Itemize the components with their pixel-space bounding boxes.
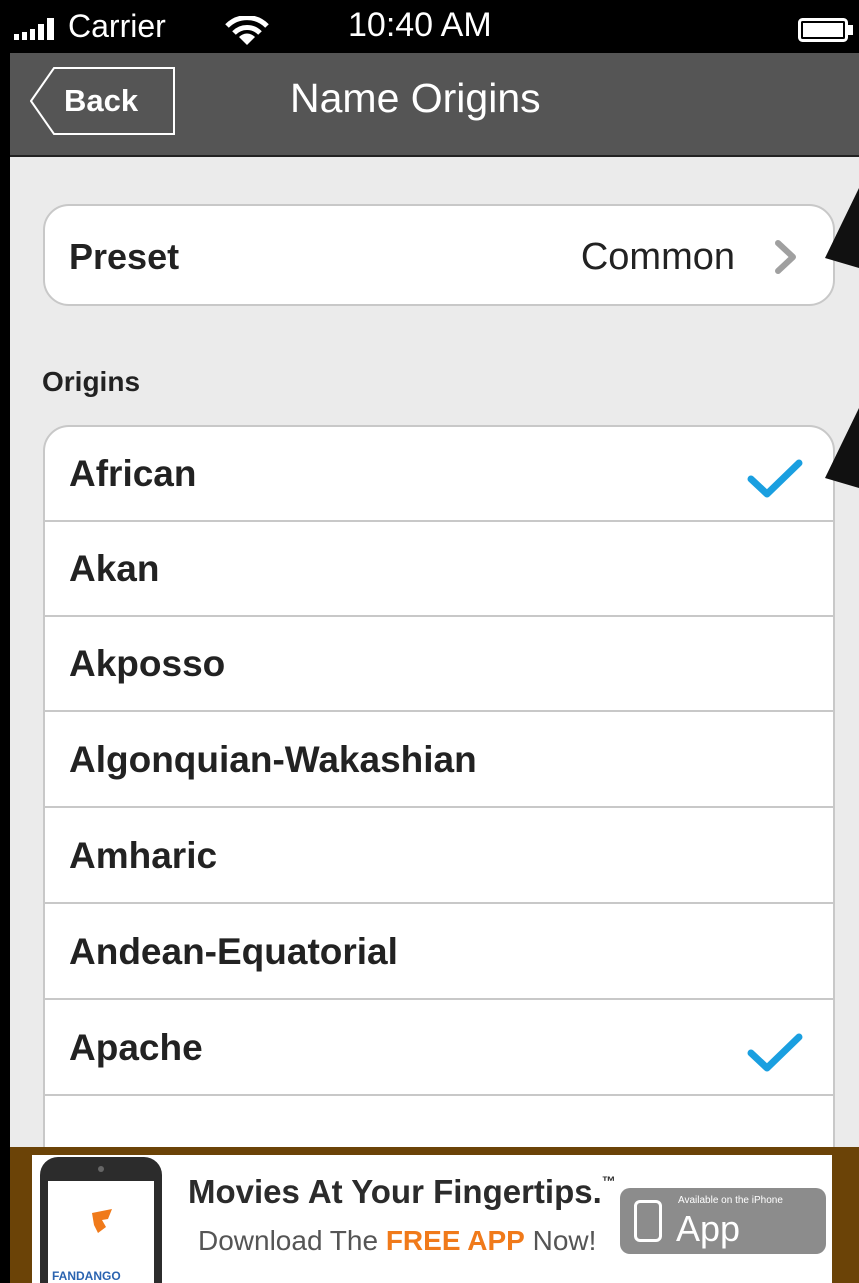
list-item-apache[interactable]: Apache <box>45 1001 833 1096</box>
list-item-label: African <box>69 453 197 494</box>
preset-value: Common <box>580 236 735 278</box>
screen: Carrier 10:40 AM Back Name Origins Prese… <box>10 0 859 1283</box>
ad-content[interactable]: FANDANGO Movies At Your Fingertips.™ Dow… <box>32 1155 832 1283</box>
ad-sub-suffix: Now! <box>524 1225 597 1256</box>
list-item-label: Akposso <box>69 643 226 684</box>
arrow-pointer-icon <box>825 188 859 268</box>
ad-headline: Movies At Your Fingertips.™ <box>188 1173 616 1211</box>
list-item-algonquian-wakashian[interactable]: Algonquian-Wakashian <box>45 713 833 808</box>
trademark-symbol: ™ <box>601 1173 616 1189</box>
checkmark-icon <box>747 459 803 498</box>
app-store-small-text: Available on the iPhone <box>678 1195 783 1206</box>
origins-list: African Akan Akposso Algonquian-Wakashia… <box>43 425 835 1185</box>
preset-row[interactable]: Preset Common <box>43 204 835 306</box>
arrow-pointer-icon <box>825 408 859 488</box>
list-item-akposso[interactable]: Akposso <box>45 617 833 712</box>
app-store-text: App Store <box>676 1208 763 1283</box>
wifi-icon <box>225 16 269 45</box>
list-item-label: Algonquian-Wakashian <box>69 739 477 780</box>
carrier-label: Carrier <box>68 8 166 44</box>
list-item-african[interactable]: African <box>45 427 833 522</box>
fandango-logo-text: FANDANGO <box>52 1269 121 1283</box>
signal-icon <box>14 18 54 40</box>
page-title: Name Origins <box>290 75 541 121</box>
ad-sub-prefix: Download The <box>198 1225 386 1256</box>
phone-app-icon <box>40 1157 162 1283</box>
preset-label: Preset <box>69 236 180 277</box>
ad-banner[interactable]: FANDANGO Movies At Your Fingertips.™ Dow… <box>10 1147 859 1283</box>
chevron-right-icon <box>775 240 796 274</box>
ad-sub-highlight: FREE APP <box>385 1225 525 1256</box>
list-item-andean-equatorial[interactable]: Andean-Equatorial <box>45 905 833 1000</box>
back-button-label: Back <box>64 83 139 118</box>
back-button[interactable]: Back <box>30 67 176 135</box>
ad-headline-text: Movies At Your Fingertips. <box>188 1173 602 1210</box>
list-item-label: Andean-Equatorial <box>69 931 398 972</box>
iphone-icon <box>634 1200 662 1242</box>
list-item-label: Akan <box>69 548 160 589</box>
checkmark-icon <box>747 1033 803 1072</box>
list-item-amharic[interactable]: Amharic <box>45 809 833 904</box>
navigation-bar: Back Name Origins <box>10 53 859 157</box>
battery-icon <box>798 18 853 42</box>
app-store-badge[interactable]: Available on the iPhone App Store <box>620 1188 826 1283</box>
list-item-akan[interactable]: Akan <box>45 522 833 617</box>
list-item-label: Apache <box>69 1027 203 1068</box>
list-item-label: Amharic <box>69 835 218 876</box>
status-time: 10:40 AM <box>348 6 492 44</box>
status-bar: Carrier 10:40 AM <box>10 0 859 53</box>
ad-subline: Download The FREE APP Now! <box>198 1225 596 1257</box>
origins-section-header: Origins <box>42 366 141 397</box>
